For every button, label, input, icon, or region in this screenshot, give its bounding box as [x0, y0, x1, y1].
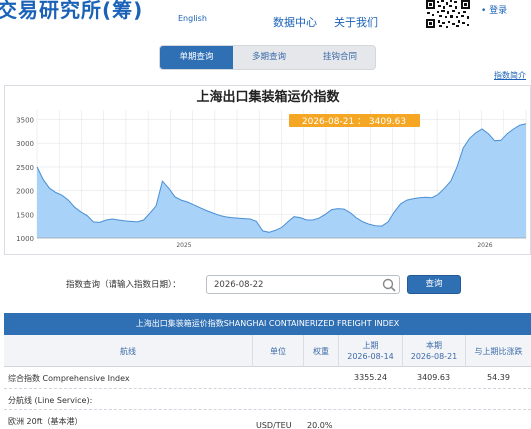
- table-row: 欧洲 20ft（基本港） USD/TEU 20.0%: [4, 410, 531, 429]
- y-tick-label: 3500: [16, 116, 34, 124]
- col-previous-date: 2026-08-14: [347, 352, 394, 361]
- index-chart: 3500 3000 2500 2000 1500 1000 上海出口集装箱运价指数 2025 2…: [4, 85, 531, 255]
- tab-multi-period[interactable]: 多期查询: [233, 46, 305, 69]
- query-button[interactable]: 查询: [407, 275, 461, 294]
- table-row: 综合指数 Comprehensive Index 3355.24 3409.63…: [4, 367, 531, 389]
- y-tick-label: 2500: [16, 164, 34, 172]
- col-weight: 权重: [304, 335, 339, 367]
- site-header: 交易研究所(筹) English 数据中心 关于我们 • 登录: [0, 0, 515, 31]
- query-tabs: 单期查询 多期查询 挂钩合同: [159, 45, 376, 70]
- row-route: 分航线 (Line Service):: [8, 396, 93, 405]
- col-current-label: 本期: [426, 341, 442, 350]
- row-unit: USD/TEU: [256, 421, 292, 429]
- chart-tooltip-text: 2026-08-21 ： 3409.63: [302, 117, 406, 127]
- y-tick-label: 1000: [16, 235, 34, 243]
- y-tick-label: 1500: [16, 211, 34, 219]
- col-route-label: 航线: [120, 346, 136, 356]
- col-weight-label: 权重: [313, 346, 329, 356]
- row-change-value: 54.39: [487, 373, 510, 382]
- y-tick-label: 3000: [16, 140, 34, 148]
- search-icon[interactable]: [381, 277, 397, 293]
- row-curr-value: 3409.63: [417, 373, 451, 382]
- col-current: 本期 2026-08-21: [403, 335, 466, 367]
- query-label: 指数查询（请输入指数日期）：: [66, 280, 181, 290]
- login-link[interactable]: • 登录: [481, 3, 507, 16]
- tab-single-period[interactable]: 单期查询: [160, 46, 233, 69]
- x-tick-label: 2025: [176, 242, 191, 249]
- chart-canvas: 3500 3000 2500 2000 1500 1000 上海出口集装箱运价指数 2025 2…: [16, 89, 527, 249]
- col-unit: 单位: [253, 335, 304, 367]
- date-input[interactable]: [206, 275, 400, 294]
- nav-about-us[interactable]: 关于我们: [334, 14, 378, 30]
- row-weight: 20.0%: [307, 421, 333, 429]
- col-previous-label: 上期: [362, 341, 379, 350]
- col-change-label: 与上期比涨跌: [474, 346, 523, 356]
- qr-code-icon: [425, 0, 471, 28]
- table-row: 分航线 (Line Service):: [4, 389, 531, 410]
- site-logo[interactable]: 交易研究所(筹): [0, 0, 143, 23]
- col-change: 与上期比涨跌: [466, 335, 531, 367]
- table-title: 上海出口集装箱运价指数SHANGHAI CONTAINERIZED FREIGH…: [4, 313, 531, 335]
- english-link[interactable]: English: [178, 14, 207, 23]
- table-header: 航线 单位 权重 上期 2026-08-14 本期 2026-08-21 与上期…: [4, 335, 531, 367]
- row-route: 欧洲 20ft（基本港）: [8, 417, 83, 426]
- y-tick-label: 2000: [16, 188, 34, 196]
- row-prev-value: 3355.24: [354, 373, 388, 382]
- col-previous: 上期 2026-08-14: [339, 335, 403, 367]
- col-unit-label: 单位: [270, 346, 286, 356]
- x-tick-label: 2026: [477, 242, 492, 249]
- col-route: 航线: [4, 335, 253, 367]
- chart-title: 上海出口集装箱运价指数: [196, 89, 340, 105]
- col-current-date: 2026-08-21: [410, 352, 458, 361]
- index-intro-link[interactable]: 指数简介: [494, 70, 526, 81]
- row-route: 综合指数 Comprehensive Index: [8, 374, 130, 383]
- tab-linked-contract[interactable]: 挂钩合同: [305, 46, 375, 69]
- nav-data-center[interactable]: 数据中心: [273, 14, 317, 30]
